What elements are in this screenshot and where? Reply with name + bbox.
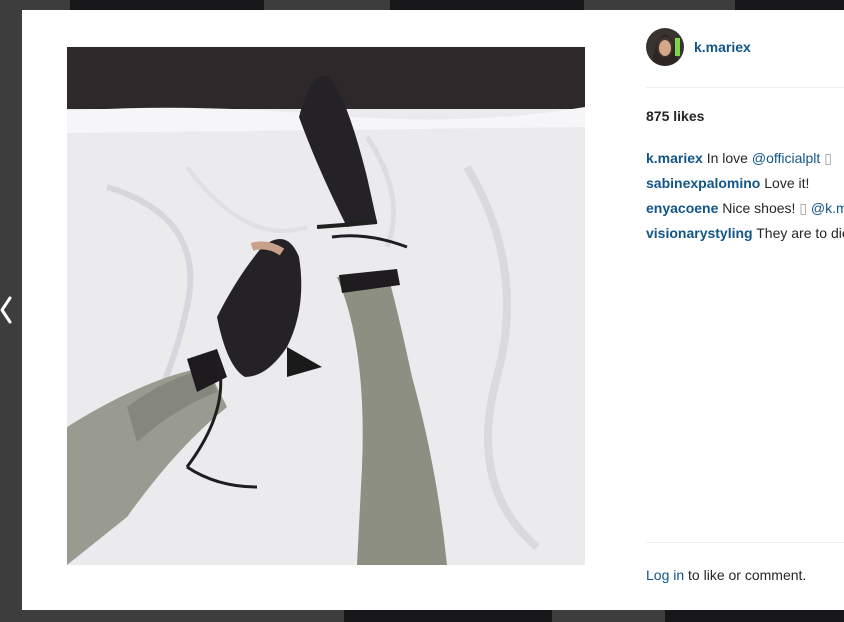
emoji-glyph: ▯ [824,150,832,166]
comment-item: visionarystyling They are to die [646,221,844,246]
comment-username[interactable]: visionarystyling [646,225,753,241]
login-prompt: Log in to like or comment. [646,567,806,583]
user-avatar[interactable] [646,28,684,66]
likes-count[interactable]: 875 likes [646,108,704,124]
post-photo[interactable] [67,47,585,565]
emoji-glyph: ▯ [799,200,808,216]
comment-text: They are to die [756,225,844,241]
comment-text: Nice shoes! [722,200,796,216]
comment-text: Love it! [764,175,810,191]
comment-mention[interactable]: @k.m [811,200,844,216]
avatar-image [646,28,684,66]
comment-item: enyacoene Nice shoes! ▯ @k.m [646,196,844,221]
comment-mention[interactable]: @officialplt [752,150,820,166]
previous-post-button[interactable] [0,292,14,328]
comment-username[interactable]: enyacoene [646,200,718,216]
comment-username[interactable]: sabinexpalomino [646,175,760,191]
login-prompt-text: to like or comment. [688,567,807,583]
comment-item: sabinexpalomino Love it! [646,171,844,196]
comments-list: k.mariex In love @officialplt ▯ sabinexp… [646,146,844,246]
post-username[interactable]: k.mariex [694,39,751,55]
post-modal: k.mariex 875 likes k.mariex In love @off… [22,10,844,610]
comment-item: k.mariex In love @officialplt ▯ [646,146,844,171]
chevron-left-icon [0,296,12,324]
header-divider [646,87,844,88]
comment-username[interactable]: k.mariex [646,150,703,166]
post-photo-image [67,47,585,565]
post-sidebar: k.mariex 875 likes k.mariex In love @off… [646,10,844,610]
login-link[interactable]: Log in [646,567,684,583]
footer-divider [646,542,844,543]
comment-text: In love [706,150,748,166]
